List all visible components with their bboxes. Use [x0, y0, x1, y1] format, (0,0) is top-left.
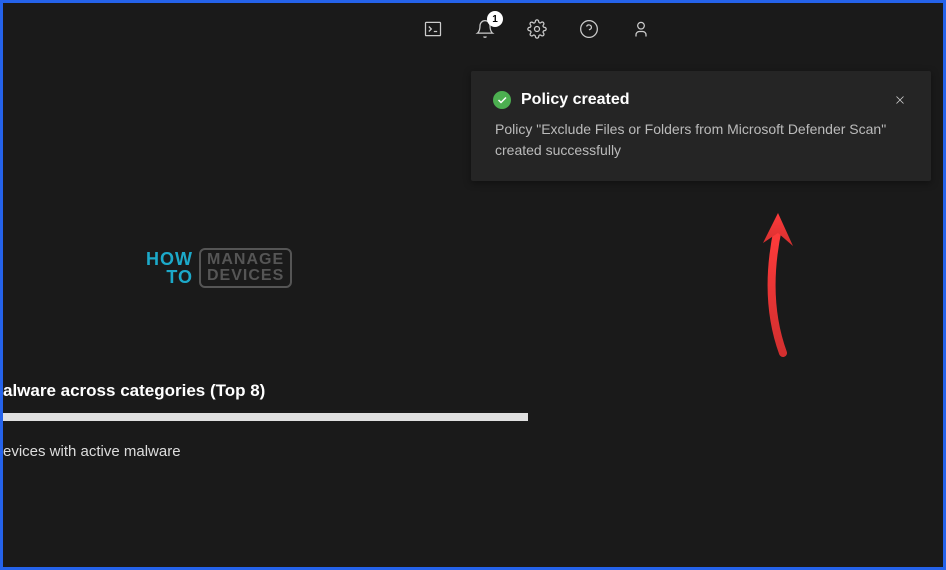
- watermark-to: TO: [146, 268, 193, 286]
- notification-badge: 1: [487, 11, 503, 27]
- chart-section-title: alware across categories (Top 8): [3, 381, 265, 401]
- help-icon[interactable]: [577, 17, 601, 41]
- toast-header: Policy created: [493, 91, 909, 109]
- toast-title: Policy created: [521, 91, 881, 109]
- watermark-how: HOW: [146, 250, 193, 268]
- watermark-devices: DEVICES: [207, 268, 284, 284]
- feedback-icon[interactable]: [629, 17, 653, 41]
- cloud-shell-icon[interactable]: [421, 17, 445, 41]
- watermark-manage: MANAGE: [207, 252, 284, 268]
- success-check-icon: [493, 91, 511, 109]
- toast-message: Policy "Exclude Files or Folders from Mi…: [493, 119, 909, 161]
- chart-subtitle: evices with active malware: [3, 443, 181, 460]
- watermark-logo: HOW TO MANAGE DEVICES: [146, 248, 292, 288]
- topbar: 1: [3, 3, 943, 55]
- settings-icon[interactable]: [525, 17, 549, 41]
- notifications-icon[interactable]: 1: [473, 17, 497, 41]
- toast-close-button[interactable]: [891, 91, 909, 109]
- notification-toast: Policy created Policy "Exclude Files or …: [471, 71, 931, 181]
- annotation-arrow: [743, 198, 823, 358]
- progress-bar: [3, 413, 528, 421]
